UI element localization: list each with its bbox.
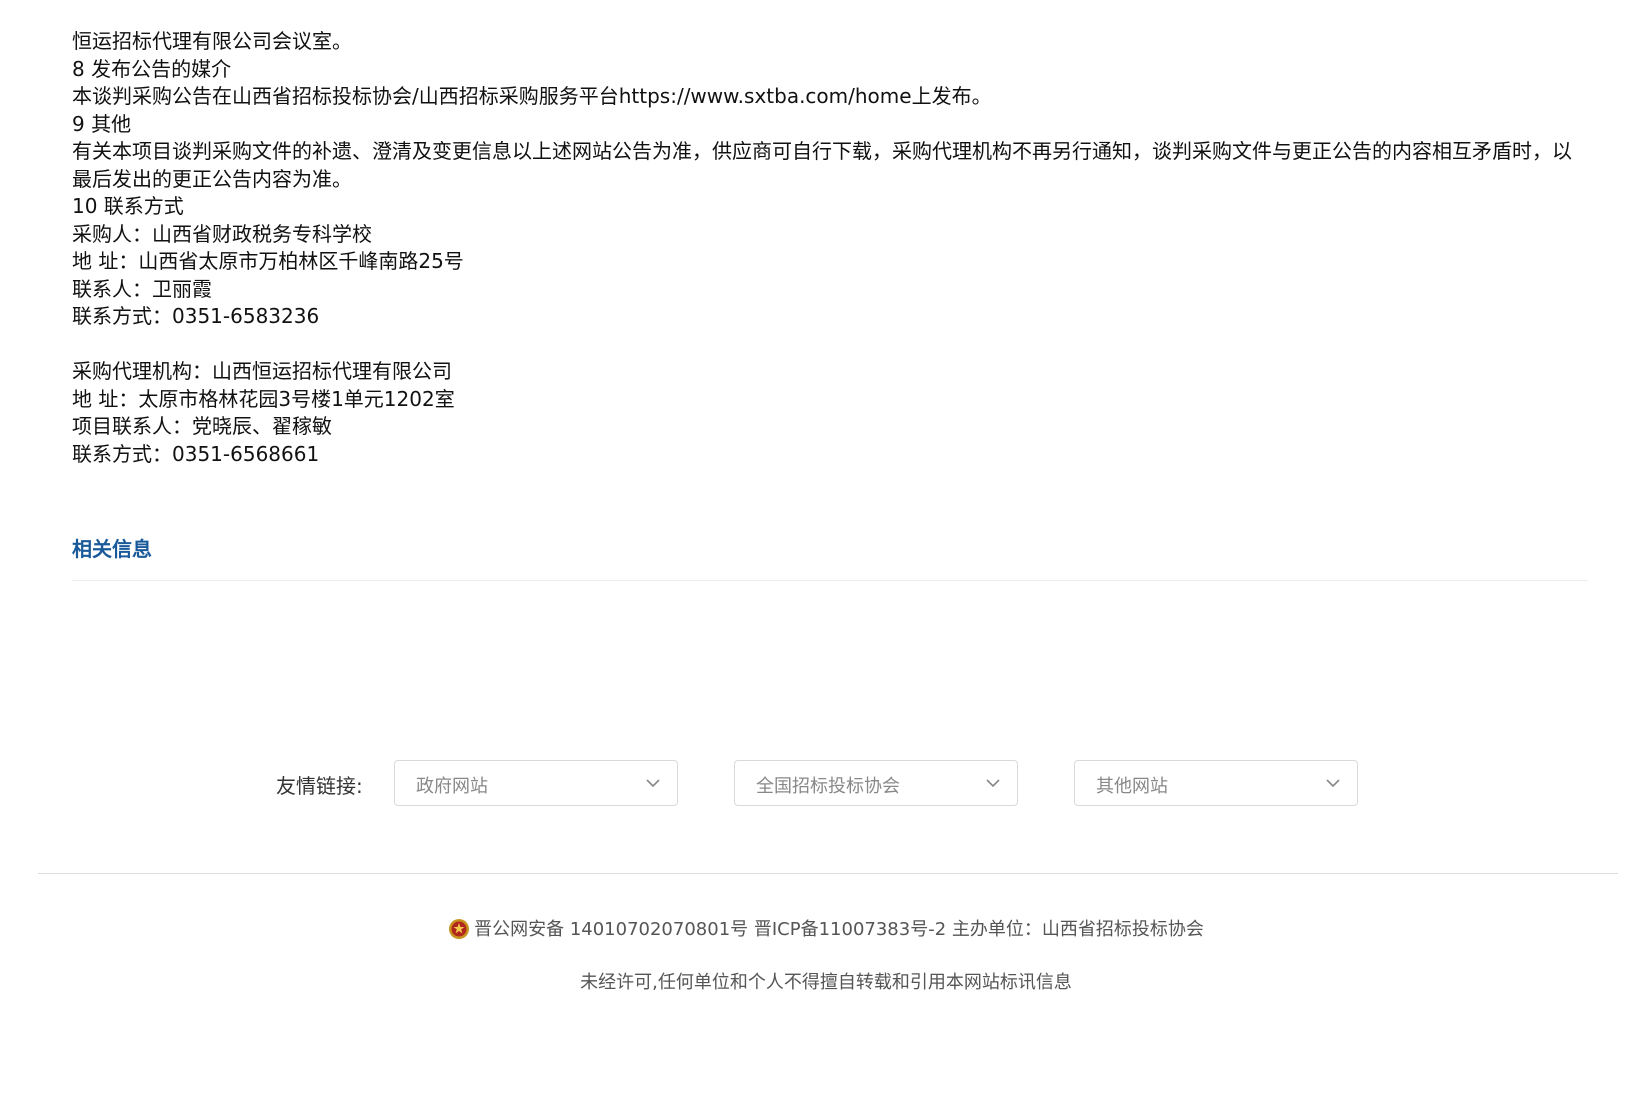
select-national-bidding-association[interactable]: 全国招标投标协会 (734, 760, 1018, 806)
chevron-down-icon (985, 775, 1001, 791)
friendly-links-label: 友情链接: (276, 774, 363, 798)
body-line-media: 本谈判采购公告在山西省招标投标协会/山西招标采购服务平台https://www.… (72, 84, 992, 108)
section-heading-other: 9 其他 (72, 111, 132, 136)
chevron-down-icon (645, 775, 661, 791)
agency-contact-person: 项目联系人：党晓辰、翟稼敏 (72, 414, 332, 438)
purchaser-phone: 联系方式：0351-6583236 (72, 304, 320, 328)
body-line-other: 有关本项目谈判采购文件的补遗、澄清及变更信息以上述网站公告为准，供应商可自行下载… (72, 139, 1572, 191)
select-value: 政府网站 (416, 776, 488, 797)
select-government-sites[interactable]: 政府网站 (394, 760, 678, 806)
agency-address: 地 址：太原市格林花园3号楼1单元1202室 (72, 386, 455, 411)
footer-divider (38, 873, 1618, 874)
select-other-sites[interactable]: 其他网站 (1074, 760, 1358, 806)
footer-registration-text: 晋公网安备 14010702070801号 晋ICP备11007383号-2 主… (474, 919, 1204, 940)
purchaser-address: 地 址：山西省太原市万柏林区千峰南路25号 (72, 249, 464, 273)
related-divider (72, 580, 1588, 581)
section-heading-contact: 10 联系方式 (72, 194, 184, 218)
agency-phone: 联系方式：0351-6568661 (72, 441, 320, 466)
body-line-venue: 恒运招标代理有限公司会议室。 (72, 29, 352, 53)
agency-name: 采购代理机构：山西恒运招标代理有限公司 (72, 359, 452, 383)
select-value: 全国招标投标协会 (756, 776, 900, 797)
related-info-title: 相关信息 (72, 537, 152, 561)
friendly-links: 友情链接: 政府网站 全国招标投标协会 其他网站 (0, 760, 1652, 808)
police-badge-icon (448, 918, 470, 940)
select-value: 其他网站 (1096, 776, 1168, 797)
purchaser-contact-person: 联系人：卫丽霞 (72, 276, 212, 301)
section-heading-media: 8 发布公告的媒介 (72, 56, 232, 81)
footer-registration: 晋公网安备 14010702070801号 晋ICP备11007383号-2 主… (0, 915, 1652, 941)
purchaser-name: 采购人：山西省财政税务专科学校 (72, 221, 372, 246)
footer-copyright-notice: 未经许可,任何单位和个人不得擅自转载和引用本网站标讯信息 (580, 972, 1072, 993)
announcement-body: 恒运招标代理有限公司会议室。 8 发布公告的媒介 本谈判采购公告在山西省招标投标… (72, 28, 1592, 468)
chevron-down-icon (1325, 775, 1341, 791)
